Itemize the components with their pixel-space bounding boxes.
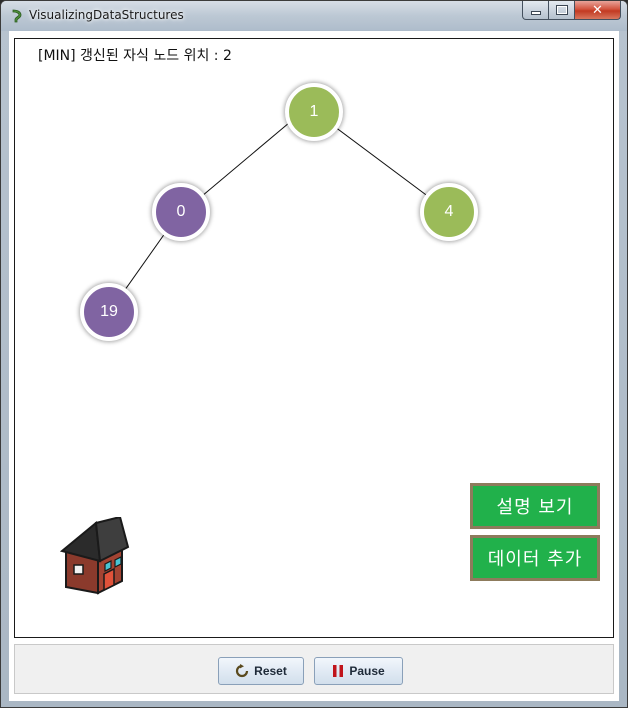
- minimize-icon: [530, 11, 541, 15]
- house-icon[interactable]: [60, 517, 130, 595]
- tree-node[interactable]: 19: [80, 283, 138, 341]
- title-bar[interactable]: VisualizingDataStructures ✕: [1, 1, 627, 31]
- node-value: 19: [100, 303, 118, 320]
- tree-node[interactable]: 4: [420, 183, 478, 241]
- tree-node[interactable]: 0: [152, 183, 210, 241]
- app-window: VisualizingDataStructures ✕ [MIN] 갱신된 자식…: [0, 0, 628, 708]
- maximize-button[interactable]: [549, 1, 575, 20]
- node-value: 0: [176, 203, 186, 220]
- reset-button[interactable]: Reset: [218, 657, 304, 685]
- show-description-button[interactable]: 설명 보기: [470, 483, 600, 529]
- maximize-icon: [555, 5, 568, 15]
- minimize-button[interactable]: [522, 1, 549, 20]
- refresh-icon: [236, 664, 249, 678]
- tree-node[interactable]: 1: [285, 83, 343, 141]
- app-icon: [12, 9, 22, 23]
- window-title: VisualizingDataStructures: [29, 8, 184, 22]
- pause-button[interactable]: Pause: [314, 657, 403, 685]
- window-controls: ✕: [522, 1, 621, 21]
- control-panel: Reset Pause: [14, 644, 614, 694]
- node-value: 1: [309, 103, 319, 120]
- visualization-canvas: [MIN] 갱신된 자식 노드 위치 : 2 1 0 4 19 설명 보기 데이…: [14, 38, 614, 638]
- close-button[interactable]: ✕: [575, 1, 621, 20]
- add-data-button[interactable]: 데이터 추가: [470, 535, 600, 581]
- client-area: [MIN] 갱신된 자식 노드 위치 : 2 1 0 4 19 설명 보기 데이…: [9, 31, 619, 701]
- reset-label: Reset: [254, 664, 287, 678]
- pause-label: Pause: [349, 664, 385, 678]
- close-icon: ✕: [592, 2, 603, 18]
- node-value: 4: [444, 203, 454, 220]
- pause-icon: [333, 665, 344, 677]
